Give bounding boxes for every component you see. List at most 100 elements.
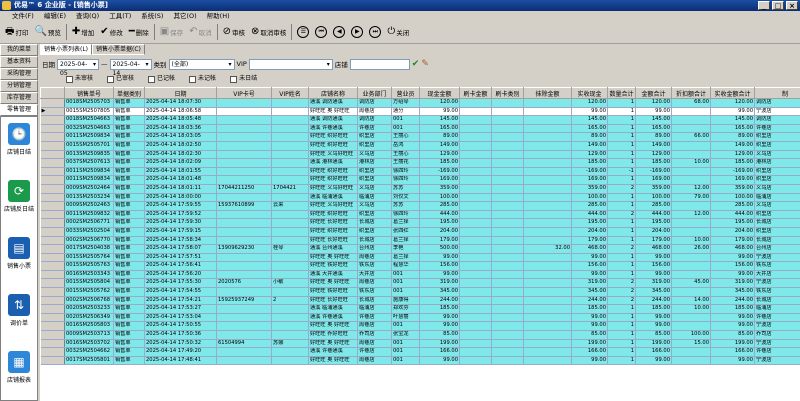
status-checkbox[interactable]: 已审核 [107, 74, 134, 84]
checkbox-box[interactable] [148, 75, 156, 83]
confirm-check-icon[interactable]: ✔ [412, 59, 420, 69]
checkbox-box[interactable] [66, 75, 73, 83]
sidebar-tab[interactable]: 基本资料 [0, 56, 38, 68]
category-select[interactable]: (全部) ▾ [168, 58, 235, 70]
column-header[interactable]: 折扣额合计 [671, 87, 711, 99]
toolbar-button-7[interactable]: ⊘ 审核 [220, 23, 248, 42]
sidebar-item[interactable]: ▦ 店铺报表 [1, 351, 37, 391]
nav-button-3-icon[interactable]: ▶ [351, 26, 364, 38]
toolbar-button-8[interactable]: ⊗ 取消审核 [248, 23, 289, 42]
table-row[interactable]: 0002SM2506768 销售单 2025-04-14 17:54:21 15925… [40, 296, 800, 306]
table-row[interactable]: 0009SM2503713 销售单 2025-04-14 17:50:36 好旺旺 乔… [40, 330, 800, 340]
column-header[interactable]: 抹除金额 [523, 87, 572, 99]
status-checkbox[interactable]: 未审核 [66, 74, 93, 84]
date-to-field[interactable]: 2025-04-14 ▾ [109, 58, 152, 77]
column-header[interactable]: 业务部门 [357, 87, 392, 99]
checkbox-box[interactable] [189, 75, 197, 83]
column-header[interactable]: 日期 [144, 87, 217, 99]
date-from-field[interactable]: 2025-04-05 ▾ [57, 58, 99, 77]
close-window-button[interactable]: × [786, 1, 798, 10]
table-row[interactable]: 0020SM2506349 销售单 2025-04-14 17:53:04 通溪 许巷… [40, 313, 800, 323]
sidebar-tab[interactable]: 我的菜单 [0, 44, 38, 56]
column-header[interactable]: 制 [754, 87, 800, 99]
table-row[interactable]: 0009SM2502463 销售单 2025-04-14 17:59:55 15937… [40, 201, 800, 211]
sidebar-tab[interactable]: 库存管理 [0, 92, 38, 104]
menu-item[interactable]: 其它(O) [173, 11, 196, 21]
column-header[interactable]: 实收金额合计 [710, 87, 755, 99]
nav-button-4-icon[interactable]: ⏭ [369, 26, 382, 38]
sidebar-tab[interactable]: 采购管理 [0, 68, 38, 80]
sidebar-item[interactable]: ⟳ 店铺反日结 [1, 180, 37, 220]
menu-item[interactable]: 文件(F) [12, 11, 34, 21]
column-header[interactable]: 实收现金 [571, 87, 608, 99]
clear-filter-icon[interactable]: ✎ [421, 59, 429, 69]
table-row[interactable]: 0015SM2505764 销售单 2025-04-14 17:57:51 好旺旺 奥… [40, 253, 800, 263]
table-row[interactable]: 0032SM2504663 销售单 2025-04-14 18:03:36 通溪 许巷… [40, 124, 800, 134]
column-header[interactable]: 单据类别 [113, 87, 145, 99]
checkbox-box[interactable] [107, 75, 115, 83]
table-row[interactable]: 0011SM2509834 销售单 2025-04-14 18:01:55 好旺旺 织… [40, 167, 800, 177]
table-row[interactable]: 0017SM2504038 销售单 2025-04-14 17:58:07 13909… [40, 244, 800, 254]
table-row[interactable]: 0033SM2502504 销售单 2025-04-14 17:59:15 好旺旺 织… [40, 227, 800, 237]
receipt-grid[interactable]: 销售单号 单据类别 日期 VIP卡号 VIP姓名 店铺名称 业务部门 营业员 现金金额 刷卡金额刷… [40, 87, 800, 401]
sidebar-tab[interactable]: 零售管理 [0, 104, 38, 116]
table-row[interactable]: 0016SM2505803 销售单 2025-04-14 17:50:55 好旺旺 奥… [40, 321, 800, 332]
nav-button-2-icon[interactable]: ◀ [333, 26, 346, 38]
table-row[interactable]: 0016SM2503343 销售单 2025-04-14 17:56:20 通溪 大井… [40, 270, 800, 280]
sidebar-tab[interactable]: 分销管理 [0, 80, 38, 92]
column-header[interactable]: 数量合计 [607, 87, 636, 99]
sidebar-item[interactable]: 🕒 店铺日结 [1, 123, 37, 163]
table-row[interactable]: 0015SM2505701 销售单 2025-04-14 18:02:50 好旺旺 织… [40, 141, 800, 151]
toolbar-button-4[interactable]: ━ 删除 [126, 23, 152, 42]
toolbar-button-3[interactable]: ✔ 修改 [97, 23, 125, 42]
table-row[interactable]: 0013SM2509835 销售单 2025-04-14 18:02:30 好旺旺 义… [40, 150, 800, 160]
table-row[interactable]: 0016SM2503702 销售单 2025-04-14 17:50:32 61504… [40, 339, 800, 349]
table-row[interactable]: 0037SM2507613 销售单 2025-04-14 18:02:09 通溪 港林… [40, 158, 800, 168]
table-row[interactable]: 0002SM2506770 销售单 2025-04-14 17:58:34 好旺旺 长… [40, 236, 800, 246]
table-row[interactable]: 0020SM2503233 销售单 2025-04-14 17:53:27 通溪 临浦… [40, 304, 800, 314]
column-header[interactable]: VIP卡号 [216, 87, 272, 99]
tab-1[interactable]: 销售小票单据(C) [92, 44, 145, 55]
menu-item[interactable]: 工具(T) [109, 11, 131, 21]
column-header[interactable]: 刷卡金额 [459, 87, 492, 99]
column-header[interactable]: 销售单号 [64, 87, 114, 99]
table-row[interactable]: 0018SM2505703 销售单 2025-04-14 18:07:30 通溪 调防… [40, 98, 800, 108]
table-row[interactable]: 0015SM2505804 销售单 2025-04-14 17:55:30 20205… [40, 278, 800, 289]
toolbar-button-0[interactable]: 🖶 打印 [2, 23, 31, 42]
status-checkbox[interactable]: 未日结 [230, 74, 257, 84]
sidebar-item[interactable]: ⇅ 调价单 [1, 294, 37, 334]
table-row[interactable]: 0018SM2504663 销售单 2025-04-14 18:05:48 通溪 调防… [40, 115, 800, 125]
table-row[interactable]: 0009SM2502464 销售单 2025-04-14 18:01:11 17044… [40, 184, 800, 194]
column-header[interactable]: 现金金额 [419, 87, 460, 99]
close-button[interactable]: ⏻ 关闭 [384, 23, 412, 42]
column-header[interactable]: 刷卡类别 [491, 87, 524, 99]
toolbar-button-1[interactable]: 🔍 预览 [31, 23, 63, 42]
checkbox-box[interactable] [230, 75, 238, 83]
status-checkbox[interactable]: 已记帐 [148, 74, 175, 84]
table-row[interactable]: 0011SM2509832 销售单 2025-04-14 17:59:52 好旺旺 织… [40, 210, 800, 220]
table-row[interactable]: 0011SM2509834 销售单 2025-04-14 18:03:05 好旺旺 织… [40, 132, 800, 142]
menu-item[interactable]: 系统(S) [141, 11, 163, 21]
sidebar-item[interactable]: ▤ 销售小票 [1, 237, 37, 277]
store-input[interactable] [349, 58, 410, 70]
column-header[interactable]: 金额合计 [635, 87, 672, 99]
toolbar-button-6[interactable]: ↶ 取消 [186, 23, 214, 42]
table-row[interactable]: 0013SM2503234 销售单 2025-04-14 18:00:00 通溪 临浦… [40, 193, 800, 203]
status-checkbox[interactable]: 未记帐 [189, 74, 216, 84]
tab-0[interactable]: 销售小票列表(L) [40, 44, 93, 55]
table-row[interactable]: 0017SM2505801 销售单 2025-04-14 17:48:41 好旺旺 奥… [40, 356, 800, 366]
menu-item[interactable]: 查询(Q) [76, 11, 99, 21]
menu-item[interactable]: 帮助(H) [207, 11, 230, 21]
table-row[interactable]: 0032SM2504662 销售单 2025-04-14 17:49:20 通溪 许巷… [40, 347, 800, 357]
table-row[interactable]: 0015SM2505763 销售单 2025-04-14 17:56:41 好旺旺 铁… [40, 261, 800, 271]
toolbar-button-5[interactable]: ▣ 保存 [157, 23, 186, 42]
table-row[interactable]: 0015SM2505762 销售单 2025-04-14 17:54:55 好旺旺 铁… [40, 287, 800, 297]
maximize-button[interactable]: □ [772, 1, 784, 10]
column-header[interactable]: 营业员 [391, 87, 420, 99]
table-row[interactable]: ▶ 0015SM2507805 销售单 2025-04-14 18:06:58 好旺旺 … [40, 107, 800, 117]
column-header[interactable]: 店铺名称 [308, 87, 358, 99]
table-row[interactable]: 0011SM2509834 销售单 2025-04-14 18:01:48 好旺旺 织… [40, 175, 800, 185]
table-row[interactable]: 0002SM2506771 销售单 2025-04-14 17:59:30 好旺旺 长… [40, 218, 800, 228]
nav-button-1-icon[interactable]: ⏮ [315, 26, 328, 38]
toolbar-button-2[interactable]: ✚ 增加 [69, 23, 97, 42]
